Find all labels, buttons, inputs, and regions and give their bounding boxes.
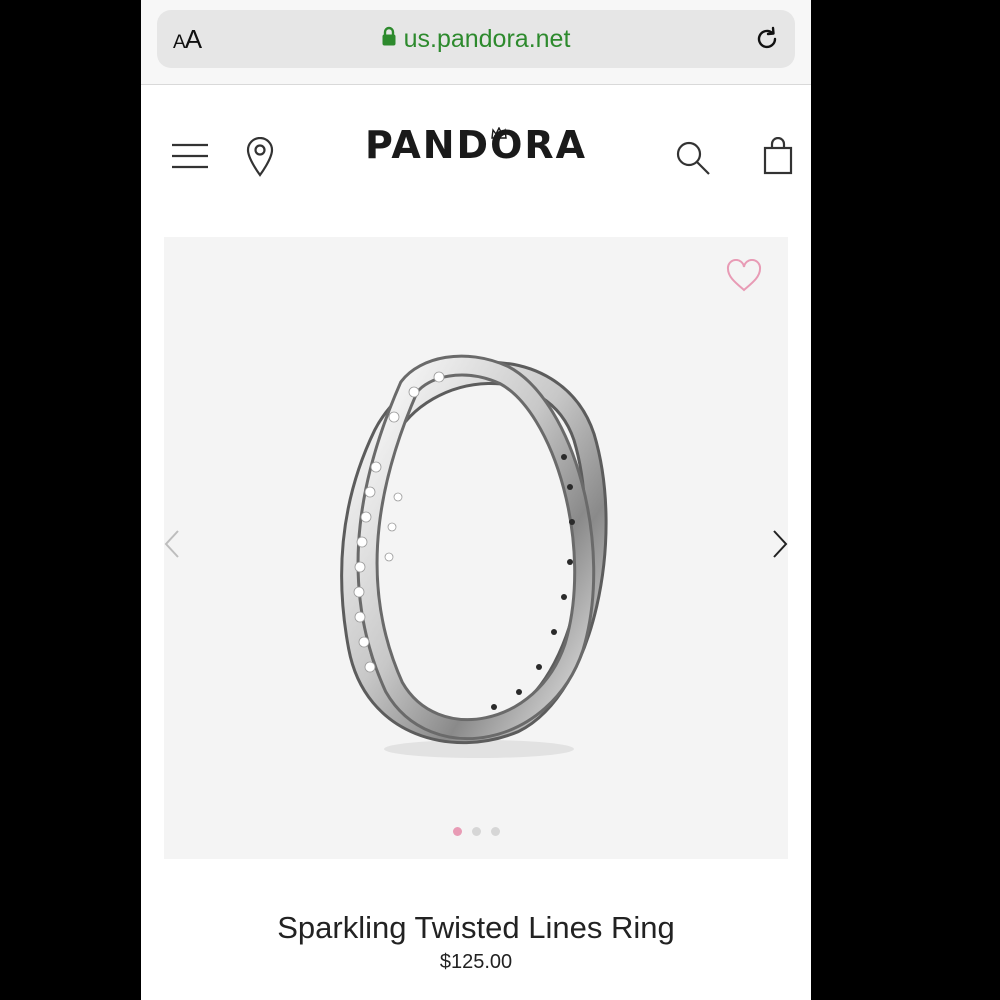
search-icon[interactable] <box>675 140 711 176</box>
url-text: us.pandora.net <box>403 25 571 53</box>
product-price: $125.00 <box>439 951 513 973</box>
carousel-dot-2[interactable] <box>471 827 481 836</box>
product-image[interactable] <box>314 347 634 767</box>
pandora-logo[interactable]: PANDORA <box>365 123 587 167</box>
heart-icon[interactable] <box>726 259 762 293</box>
chevron-left-icon[interactable] <box>164 529 180 559</box>
browser-toolbar: AA us.pandora.net <box>141 0 811 85</box>
lock-icon <box>382 26 396 46</box>
carousel-dot-3[interactable] <box>490 827 500 836</box>
crown-icon <box>491 127 507 139</box>
phone-screen: AA us.pandora.net PANDORA Sparkling Twis… <box>141 0 811 1000</box>
reload-icon[interactable] <box>753 25 781 53</box>
shopping-bag-icon[interactable] <box>763 137 793 175</box>
url-display[interactable]: us.pandora.net <box>157 24 795 54</box>
product-gallery[interactable] <box>164 237 788 859</box>
product-title: Sparkling Twisted Lines Ring <box>277 910 675 945</box>
carousel-dot-1[interactable] <box>452 827 462 836</box>
carousel-dots <box>164 827 788 836</box>
chevron-right-icon[interactable] <box>772 529 788 559</box>
site-header: PANDORA <box>141 85 811 235</box>
address-bar[interactable]: AA us.pandora.net <box>157 10 795 68</box>
